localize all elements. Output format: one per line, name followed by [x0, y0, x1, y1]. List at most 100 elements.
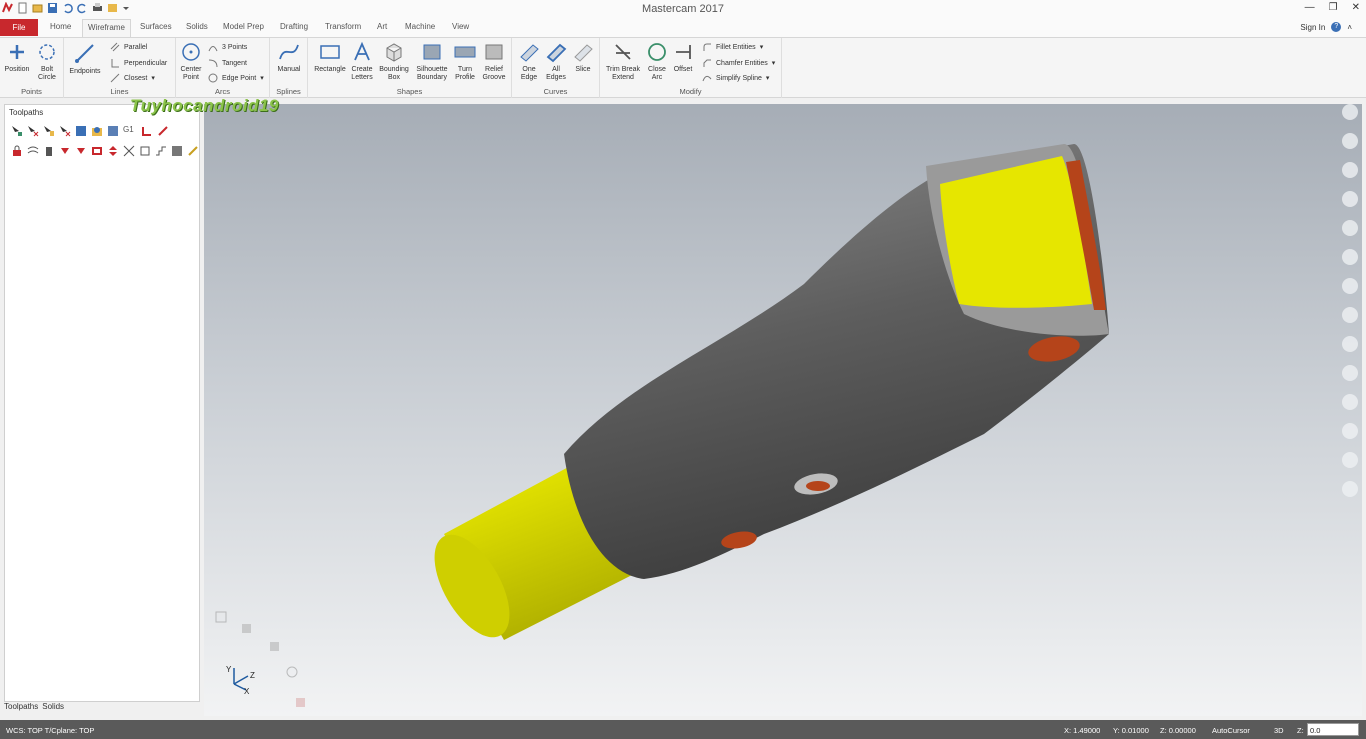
rotate-view-icon[interactable] [1342, 162, 1358, 178]
close-button[interactable]: ✕ [1352, 2, 1360, 13]
one-edge-button[interactable]: One Edge [516, 41, 542, 82]
tab-toolpaths[interactable]: Toolpaths [4, 702, 38, 711]
tab-surfaces[interactable]: Surfaces [140, 22, 172, 31]
rectangle-button[interactable]: Rectangle [312, 41, 348, 74]
bounding-box-button[interactable]: Bounding Box [378, 41, 410, 82]
dynamic-icon[interactable] [1342, 307, 1358, 323]
simplify-spline-button[interactable]: Simplify Spline ▾ [702, 73, 769, 83]
move-down-alt-icon[interactable] [75, 145, 87, 157]
insert-arrow-icon[interactable] [91, 145, 103, 157]
z-depth-input[interactable]: 0.0 [1307, 723, 1359, 736]
post-selected-icon[interactable]: G1 [123, 125, 137, 137]
edge-point-button[interactable]: Edge Point ▾ [208, 73, 264, 83]
tab-transform[interactable]: Transform [325, 22, 361, 31]
measure-icon[interactable] [1342, 249, 1358, 265]
status-3d-mode[interactable]: 3D [1274, 726, 1284, 735]
tab-model-prep[interactable]: Model Prep [223, 22, 264, 31]
high-speed-verify-icon[interactable] [141, 125, 153, 137]
tangent-button[interactable]: Tangent [208, 58, 247, 68]
status-z-label: Z: [1297, 726, 1304, 735]
plane-icon[interactable] [1342, 191, 1358, 207]
verify-icon[interactable] [91, 125, 103, 137]
all-edges-button[interactable]: All Edges [542, 41, 570, 82]
analyze-icon[interactable] [1342, 278, 1358, 294]
toggle-posting-icon[interactable] [43, 145, 55, 157]
tab-solids-manager[interactable]: Solids [42, 702, 64, 711]
arc-three-points-icon [208, 46, 218, 52]
manual-spline-button[interactable]: Manual [274, 41, 304, 74]
group-label-shapes: Shapes [396, 87, 423, 96]
status-autocursor[interactable]: AutoCursor [1212, 726, 1250, 735]
collapse-icon[interactable] [139, 145, 151, 157]
help-panel-icon[interactable] [171, 145, 183, 157]
toggle-display-icon[interactable] [27, 145, 39, 157]
perpendicular-button[interactable]: Perpendicular [110, 58, 167, 68]
fillet-entities-button[interactable]: Fillet Entities ▾ [702, 42, 763, 52]
minimize-button[interactable]: — [1305, 2, 1315, 13]
pan-icon[interactable] [1342, 133, 1358, 149]
clip-icon[interactable] [1342, 423, 1358, 439]
sign-in-button[interactable]: Sign In [1300, 23, 1325, 32]
relief-groove-button[interactable]: Relief Groove [480, 41, 508, 82]
three-points-button[interactable]: 3 Points [208, 42, 247, 52]
offset-button[interactable]: Offset [670, 41, 696, 74]
help-icon[interactable]: ? [1331, 22, 1342, 32]
tab-home[interactable]: Home [50, 22, 71, 31]
graphics-viewport[interactable]: Y Z X [204, 104, 1362, 716]
create-letters-button[interactable]: Create Letters [348, 41, 376, 82]
tab-drafting[interactable]: Drafting [280, 22, 308, 31]
account-area: Sign In ? ˄ [1300, 22, 1352, 32]
position-button[interactable]: Position [4, 41, 30, 74]
move-up-down-icon[interactable] [107, 145, 119, 157]
status-wcs[interactable]: WCS: TOP T/Cplane: TOP [6, 726, 94, 735]
expand-icon[interactable] [123, 145, 135, 157]
group-label-arcs: Arcs [215, 87, 230, 96]
tab-machine[interactable]: Machine [405, 22, 435, 31]
move-down-icon[interactable] [59, 145, 71, 157]
group-points: Position Bolt Circle Points [0, 38, 64, 98]
slice-button[interactable]: Slice [570, 41, 596, 74]
close-arc-button[interactable]: Close Arc [644, 41, 670, 82]
silhouette-boundary-button[interactable]: Silhouette Boundary [412, 41, 452, 82]
simulate-icon[interactable] [107, 125, 119, 137]
hide-icon[interactable] [1342, 481, 1358, 497]
fillet-icon [703, 43, 711, 51]
parallel-icon [110, 42, 120, 52]
endpoints-button[interactable]: Endpoints [68, 41, 102, 76]
settings-icon[interactable] [1342, 452, 1358, 468]
tab-art[interactable]: Art [377, 22, 387, 31]
bolt-circle-button[interactable]: Bolt Circle [34, 41, 60, 82]
group-label-splines: Splines [276, 87, 301, 96]
perpendicular-icon [111, 59, 119, 68]
view-icon[interactable] [1342, 220, 1358, 236]
tab-file[interactable]: File [0, 19, 38, 36]
center-point-button[interactable]: Center Point [178, 41, 204, 82]
panel-title: Toolpaths [9, 108, 44, 117]
backplot-icon[interactable] [75, 125, 87, 137]
section-icon[interactable] [1342, 394, 1358, 410]
chamfer-entities-button[interactable]: Chamfer Entities ▾ [702, 58, 775, 68]
trim-break-extend-button[interactable]: Trim Break Extend [602, 41, 644, 82]
tab-view[interactable]: View [452, 22, 469, 31]
select-all-operations-icon[interactable] [11, 125, 23, 137]
select-invalid-operations-icon[interactable] [27, 125, 39, 137]
lock-icon[interactable] [11, 145, 23, 157]
wand-icon[interactable] [187, 145, 199, 157]
parallel-button[interactable]: Parallel [110, 42, 147, 52]
tab-solids[interactable]: Solids [186, 22, 208, 31]
closest-button[interactable]: Closest ▾ [110, 73, 155, 83]
simplify-spline-icon [702, 75, 712, 82]
turn-profile-button[interactable]: Turn Profile [452, 41, 478, 82]
solid-icon[interactable] [1342, 336, 1358, 352]
restore-button[interactable]: ❐ [1329, 2, 1338, 13]
regenerate-dirty-icon[interactable] [59, 125, 71, 137]
zoom-icon[interactable] [1342, 104, 1358, 120]
trim-icon [615, 44, 631, 60]
regenerate-all-icon[interactable] [43, 125, 55, 137]
shade-icon[interactable] [1342, 365, 1358, 381]
manager-tabs: Toolpaths Solids [4, 702, 64, 711]
steps-icon[interactable] [155, 145, 167, 157]
tab-wireframe[interactable]: Wireframe [82, 19, 131, 37]
delete-toolpaths-icon[interactable] [157, 125, 169, 137]
collapse-ribbon-icon[interactable]: ˄ [1347, 23, 1352, 32]
